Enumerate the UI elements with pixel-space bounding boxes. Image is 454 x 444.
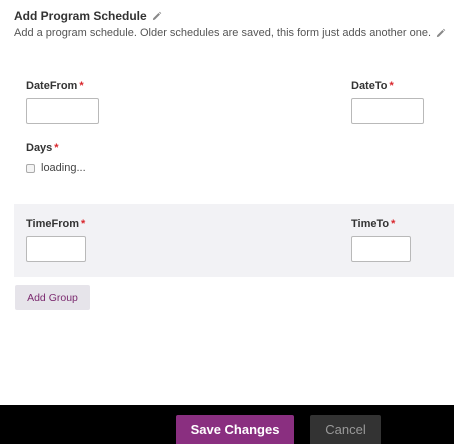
- days-label-text: Days: [26, 142, 53, 154]
- required-marker: *: [389, 80, 394, 92]
- time-to-label: TimeTo *: [351, 218, 395, 230]
- cancel-button[interactable]: Cancel: [310, 415, 381, 444]
- required-marker: *: [79, 80, 84, 92]
- save-changes-button[interactable]: Save Changes: [176, 415, 294, 444]
- time-to-input[interactable]: [351, 236, 411, 262]
- days-loading-text: loading...: [41, 162, 86, 174]
- required-marker: *: [391, 218, 396, 230]
- date-to-input[interactable]: [351, 98, 424, 124]
- required-marker: *: [80, 218, 86, 230]
- add-group-button[interactable]: Add Group: [15, 285, 90, 310]
- time-to-label-text: TimeTo: [351, 218, 390, 230]
- required-marker: *: [54, 142, 59, 154]
- time-from-input[interactable]: [26, 236, 86, 262]
- form-title-text: Add Program Schedule: [14, 9, 147, 23]
- time-from-label: TimeFrom *: [26, 218, 85, 230]
- days-label: Days *: [26, 142, 59, 154]
- pencil-icon[interactable]: [435, 28, 446, 39]
- form-description-text: Add a program schedule. Older schedules …: [14, 27, 432, 39]
- date-to-label: DateTo *: [351, 80, 394, 92]
- date-to-label-text: DateTo: [351, 80, 388, 92]
- form-title: Add Program Schedule: [14, 9, 162, 23]
- time-from-label-text: TimeFrom: [26, 218, 79, 230]
- date-from-input[interactable]: [26, 98, 99, 124]
- pencil-icon[interactable]: [151, 11, 162, 22]
- form-description: Add a program schedule. Older schedules …: [14, 27, 446, 39]
- days-checkbox[interactable]: [26, 163, 35, 173]
- date-from-label-text: DateFrom: [26, 80, 78, 92]
- days-checkbox-row: loading...: [26, 162, 86, 174]
- date-from-label: DateFrom *: [26, 80, 84, 92]
